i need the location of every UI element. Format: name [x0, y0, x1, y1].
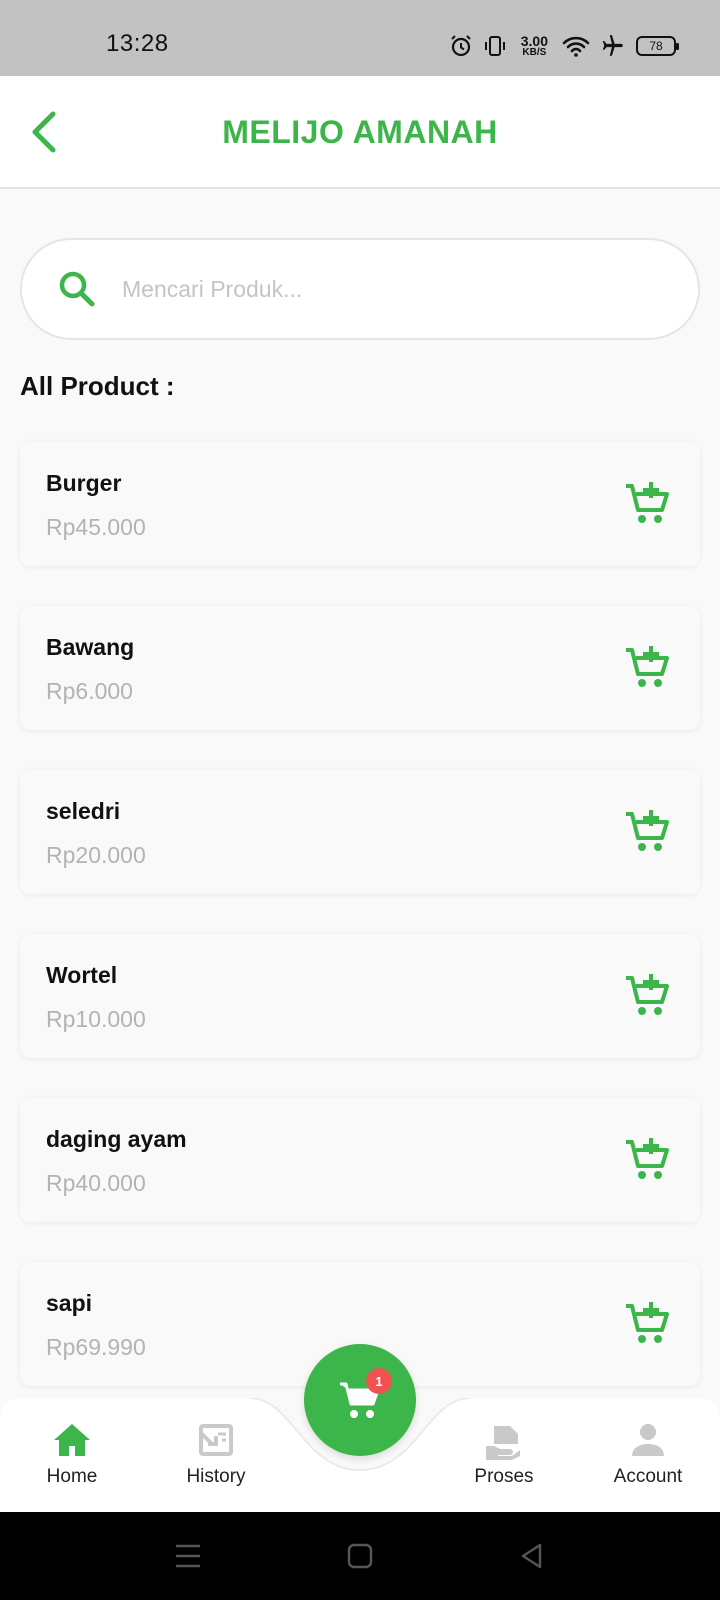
system-nav-bar: [0, 1512, 720, 1600]
product-card[interactable]: Bawang Rp6.000: [20, 606, 700, 730]
section-title: All Product :: [20, 371, 175, 401]
network-speed: 3.00 KB/S: [521, 34, 548, 58]
status-bar: 13:28 3.00 KB/S 78: [0, 0, 720, 76]
account-icon: [632, 1424, 664, 1456]
history-icon: [198, 1424, 233, 1456]
product-list: Burger Rp45.000 Bawang Rp6.000 seledri R…: [20, 442, 700, 1426]
product-card[interactable]: daging ayam Rp40.000: [20, 1098, 700, 1222]
product-price: Rp40.000: [46, 1170, 146, 1196]
menu-icon: [176, 1544, 200, 1568]
product-name: Bawang: [46, 634, 135, 660]
add-to-cart-icon[interactable]: [624, 1136, 672, 1184]
cart-badge: 1: [366, 1368, 392, 1394]
product-name: Burger: [46, 470, 122, 496]
status-icons: 3.00 KB/S 78: [449, 30, 679, 62]
vibrate-icon: [483, 34, 507, 58]
wifi-icon: [562, 34, 590, 58]
search-icon: [59, 271, 95, 307]
nav-account[interactable]: Account: [588, 1420, 708, 1488]
system-home-button[interactable]: [342, 1540, 378, 1572]
search-bar[interactable]: [20, 238, 700, 340]
product-price: Rp69.990: [46, 1334, 146, 1360]
product-card[interactable]: Burger Rp45.000: [20, 442, 700, 566]
system-menu-button[interactable]: [170, 1540, 206, 1572]
nav-home-label: Home: [46, 1466, 98, 1487]
nav-proses-label: Proses: [474, 1466, 534, 1487]
home-icon: [54, 1424, 90, 1456]
product-name: seledri: [46, 798, 121, 824]
app-bar: MELIJO AMANAH: [0, 76, 720, 189]
product-price: Rp45.000: [46, 514, 146, 540]
add-to-cart-icon[interactable]: [624, 972, 672, 1020]
add-to-cart-icon[interactable]: [624, 480, 672, 528]
nav-history[interactable]: History: [156, 1420, 276, 1488]
alarm-icon: [449, 34, 473, 58]
nav-home[interactable]: Home: [12, 1420, 132, 1488]
square-icon: [347, 1543, 373, 1569]
product-price: Rp10.000: [46, 1006, 146, 1032]
page-title: MELIJO AMANAH: [222, 114, 498, 150]
battery-icon: 78: [636, 36, 679, 56]
nav-account-label: Account: [613, 1466, 683, 1487]
nav-proses[interactable]: Proses: [444, 1420, 564, 1488]
product-card[interactable]: seledri Rp20.000: [20, 770, 700, 894]
product-name: Wortel: [46, 962, 118, 988]
add-to-cart-icon[interactable]: [624, 1300, 672, 1348]
product-price: Rp20.000: [46, 842, 146, 868]
product-card[interactable]: Wortel Rp10.000: [20, 934, 700, 1058]
status-time: 13:28: [106, 30, 169, 57]
cart-button[interactable]: 1: [304, 1344, 416, 1456]
network-speed-value: 3.00: [520, 33, 548, 49]
product-name: daging ayam: [46, 1126, 187, 1152]
add-to-cart-icon[interactable]: [624, 644, 672, 692]
product-name: sapi: [46, 1290, 93, 1316]
airplane-icon: [600, 33, 626, 59]
product-price: Rp6.000: [46, 678, 133, 704]
system-back-button[interactable]: [514, 1540, 550, 1572]
add-to-cart-icon[interactable]: [624, 808, 672, 856]
network-speed-unit: KB/S: [522, 47, 547, 58]
nav-history-label: History: [186, 1466, 246, 1487]
proses-icon: [486, 1426, 520, 1460]
search-input[interactable]: [122, 275, 662, 303]
back-triangle-icon: [521, 1543, 542, 1569]
